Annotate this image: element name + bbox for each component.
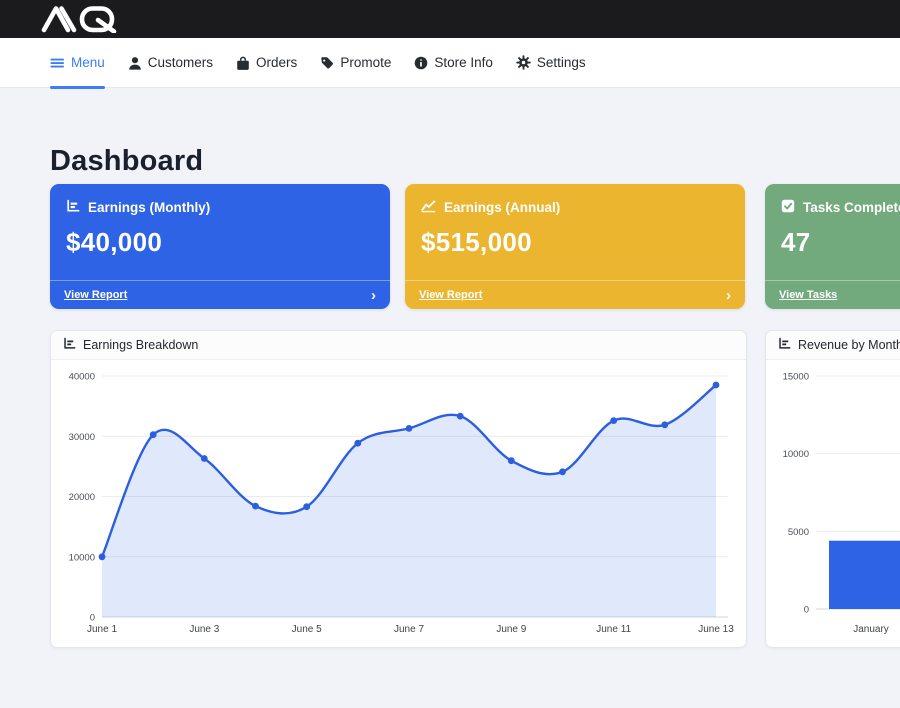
- nav-item-label: Store Info: [434, 55, 493, 70]
- person-icon: [128, 56, 142, 70]
- svg-text:June 5: June 5: [292, 624, 322, 635]
- nav-item-menu[interactable]: Menu: [50, 38, 105, 87]
- stat-card-tasks-completed: Tasks Completed 47 View Tasks ›: [765, 184, 900, 309]
- bar-chart-icon: [63, 337, 76, 353]
- chevron-right-icon: ›: [371, 288, 376, 303]
- gear-icon: [516, 55, 531, 70]
- page-title: Dashboard: [50, 145, 203, 178]
- nav-item-label: Customers: [148, 55, 213, 70]
- svg-text:40000: 40000: [69, 372, 95, 383]
- info-icon: [414, 56, 428, 70]
- revenue-by-month-card: Revenue by Month 0 5000 10000 15000 January: [765, 330, 900, 648]
- view-report-link[interactable]: View Report: [64, 289, 127, 301]
- svg-text:30000: 30000: [69, 432, 95, 443]
- tag-icon: [320, 56, 334, 70]
- svg-text:10000: 10000: [783, 449, 809, 460]
- nav-item-customers[interactable]: Customers: [128, 38, 213, 87]
- chevron-right-icon: ›: [726, 288, 731, 303]
- svg-text:10000: 10000: [69, 552, 95, 563]
- nav-item-store-info[interactable]: Store Info: [414, 38, 493, 87]
- stat-card-earnings-monthly: Earnings (Monthly) $40,000 View Report ›: [50, 184, 390, 309]
- svg-text:June 1: June 1: [87, 624, 117, 635]
- chart-title: Earnings Breakdown: [83, 338, 198, 352]
- nav-item-label: Settings: [537, 55, 586, 70]
- svg-text:15000: 15000: [783, 372, 809, 383]
- svg-text:January: January: [853, 624, 889, 635]
- svg-text:20000: 20000: [69, 492, 95, 503]
- earnings-breakdown-line-chart: 0 10000 20000 30000 40000 June 1 June 3 June 5 J…: [51, 360, 746, 648]
- main-nav: Menu Customers Orders: [0, 38, 900, 88]
- nav-item-settings[interactable]: Settings: [516, 38, 586, 87]
- stat-card-value: 47: [765, 216, 900, 258]
- bag-icon: [236, 56, 250, 70]
- check-square-icon: [781, 199, 795, 216]
- earnings-breakdown-card: Earnings Breakdown 0 10000 20000 30000 40000…: [50, 330, 747, 648]
- revenue-by-month-bar-chart: 0 5000 10000 15000 January: [766, 360, 900, 648]
- bar-chart-icon: [778, 337, 791, 353]
- svg-text:June 13: June 13: [698, 624, 734, 635]
- stat-card-value: $515,000: [405, 216, 745, 258]
- dashboard-page: Menu Customers Orders: [0, 0, 900, 708]
- stat-card-title: Tasks Completed: [803, 200, 900, 215]
- stat-card-earnings-annual: Earnings (Annual) $515,000 View Report ›: [405, 184, 745, 309]
- hamburger-icon: [50, 56, 65, 70]
- svg-text:0: 0: [90, 613, 95, 624]
- top-app-bar: [0, 0, 900, 38]
- line-chart-icon: [421, 199, 436, 216]
- stat-card-value: $40,000: [50, 216, 390, 258]
- nav-item-label: Orders: [256, 55, 297, 70]
- stat-card-title: Earnings (Annual): [444, 200, 560, 215]
- nav-item-orders[interactable]: Orders: [236, 38, 297, 87]
- view-report-link[interactable]: View Report: [419, 289, 482, 301]
- svg-text:June 7: June 7: [394, 624, 424, 635]
- nav-item-label: Promote: [340, 55, 391, 70]
- view-tasks-link[interactable]: View Tasks: [779, 289, 837, 301]
- bar-chart-icon: [66, 199, 80, 216]
- brand-logo-icon[interactable]: [40, 5, 136, 33]
- nav-item-promote[interactable]: Promote: [320, 38, 391, 87]
- nav-item-label: Menu: [71, 55, 105, 70]
- stat-card-title: Earnings (Monthly): [88, 200, 210, 215]
- chart-title: Revenue by Month: [798, 338, 900, 352]
- active-tab-underline: [50, 86, 105, 89]
- svg-text:June 3: June 3: [189, 624, 219, 635]
- svg-text:0: 0: [804, 605, 809, 616]
- svg-text:5000: 5000: [788, 527, 809, 538]
- svg-text:June 9: June 9: [496, 624, 526, 635]
- svg-text:June 11: June 11: [596, 624, 631, 635]
